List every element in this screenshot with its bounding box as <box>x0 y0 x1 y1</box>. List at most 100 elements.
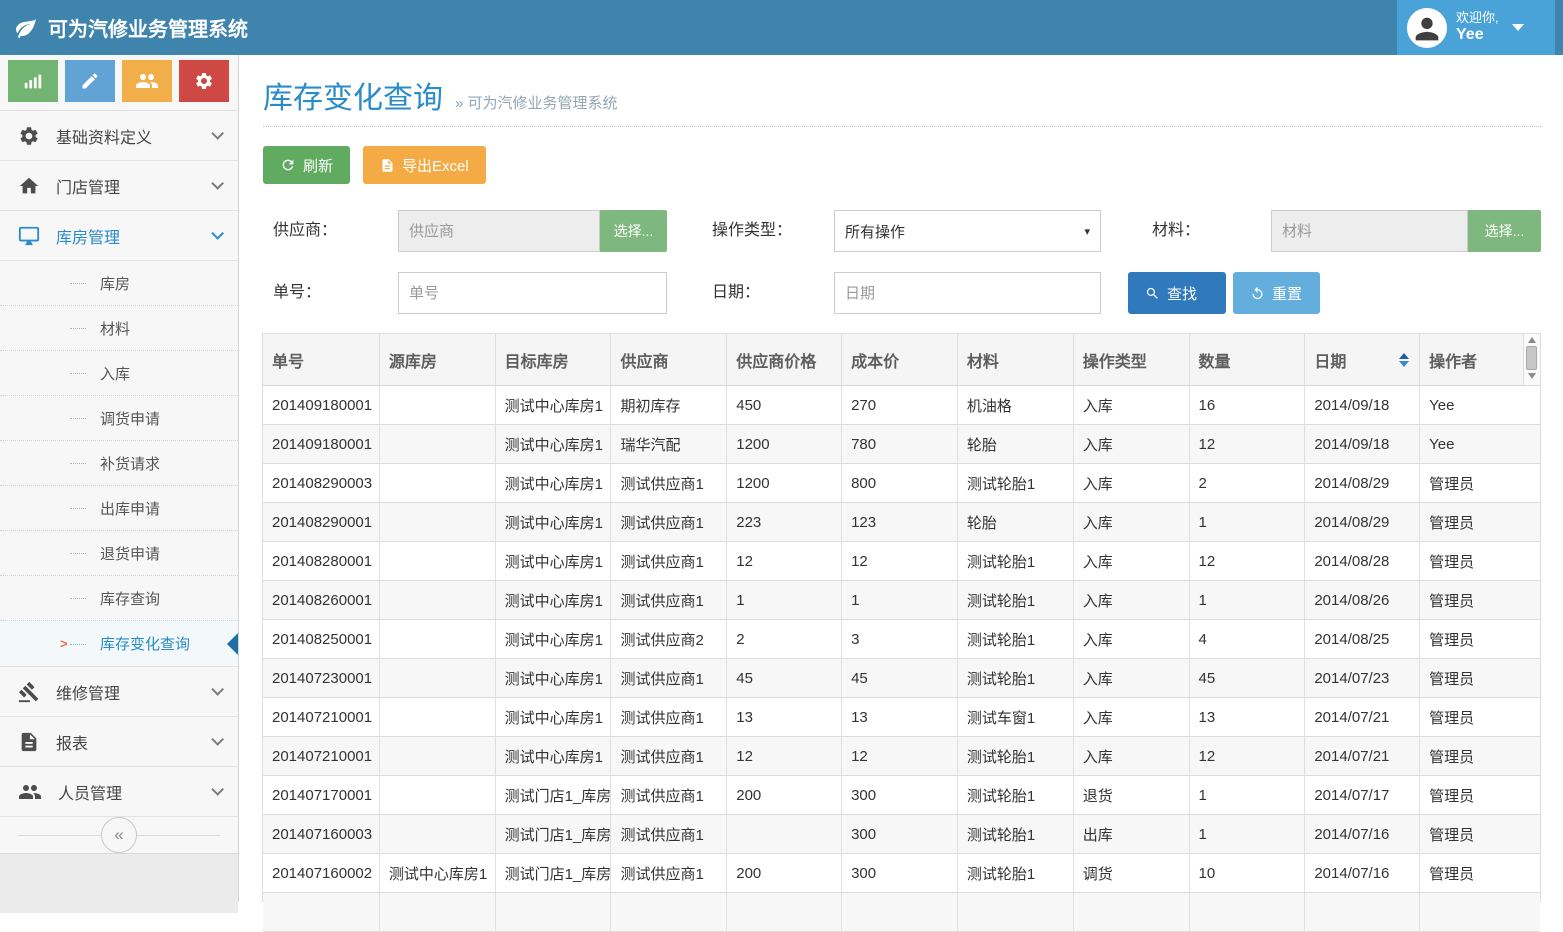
app-brand: 可为汽修业务管理系统 <box>14 0 248 55</box>
submenu-item[interactable]: 补货请求 <box>0 441 238 486</box>
operation-type-select[interactable]: 所有操作 ▾ <box>834 210 1101 252</box>
table-cell: 2014/08/29 <box>1305 503 1420 541</box>
table-cell: 测试轮胎1 <box>958 542 1074 580</box>
table-cell: 201407160003 <box>263 815 380 853</box>
column-header-date[interactable]: 日期 <box>1305 334 1420 385</box>
table-cell: 测试中心库房1 <box>496 464 612 502</box>
column-header[interactable]: 材料 <box>958 334 1074 385</box>
table-cell: 201408280001 <box>263 542 380 580</box>
sidebar-item-staff-mgmt[interactable]: 人员管理 <box>0 767 238 817</box>
table-cell <box>842 893 958 931</box>
chevron-down-icon <box>211 227 224 240</box>
scroll-thumb[interactable] <box>1526 346 1537 370</box>
material-input <box>1271 210 1468 252</box>
sidebar-item-repair-mgmt[interactable]: 维修管理 <box>0 667 238 717</box>
user-menu[interactable]: 欢迎你, Yee <box>1397 0 1555 55</box>
submenu-item[interactable]: 退货申请 <box>0 531 238 576</box>
gear-icon <box>18 125 40 147</box>
table-row[interactable]: 201408290001测试中心库房1测试供应商1223123轮胎入库12014… <box>263 503 1540 542</box>
table-cell: 测试中心库房1 <box>496 386 612 424</box>
table-cell: 测试中心库房1 <box>380 854 496 892</box>
table-row[interactable]: 201408260001测试中心库房1测试供应商111测试轮胎1入库12014/… <box>263 581 1540 620</box>
table-cell: 入库 <box>1074 386 1190 424</box>
submenu-item[interactable]: 入库 <box>0 351 238 396</box>
table-cell: 测试中心库房1 <box>496 620 612 658</box>
export-excel-button[interactable]: 导出Excel <box>363 146 486 184</box>
table-row[interactable]: 201407230001测试中心库房1测试供应商14545测试轮胎1入库4520… <box>263 659 1540 698</box>
table-cell: 测试门店1_库房 <box>496 776 612 814</box>
table-row[interactable] <box>263 893 1540 932</box>
submenu-item-active[interactable]: > 库存变化查询 <box>0 621 238 666</box>
warehouse-submenu: 库房 材料 入库 调货申请 补货请求 出库申请 退货申请 库存查询 > 库存变化… <box>0 261 238 667</box>
table-cell <box>380 581 496 619</box>
table-cell: 1 <box>1190 776 1306 814</box>
table-cell: 入库 <box>1074 698 1190 736</box>
column-header[interactable]: 源库房 <box>380 334 496 385</box>
sidebar-item-store-mgmt[interactable]: 门店管理 <box>0 161 238 211</box>
table-cell: 12 <box>727 737 842 775</box>
table-cell: 入库 <box>1074 620 1190 658</box>
table-cell: 测试供应商1 <box>611 503 727 541</box>
sidebar-footer <box>0 853 238 913</box>
table-row[interactable]: 201408280001测试中心库房1测试供应商11212测试轮胎1入库1220… <box>263 542 1540 581</box>
sidebar-item-base-data[interactable]: 基础资料定义 <box>0 111 238 161</box>
scroll-up-icon[interactable] <box>1528 337 1536 343</box>
table-cell: 2 <box>1190 464 1306 502</box>
material-choose-button[interactable]: 选择... <box>1468 210 1541 252</box>
column-header[interactable]: 成本价 <box>842 334 958 385</box>
active-arrow-icon: > <box>60 636 68 651</box>
search-button[interactable]: 查找 <box>1128 272 1226 314</box>
column-header[interactable]: 操作类型 <box>1074 334 1190 385</box>
collapse-sidebar-button[interactable]: « <box>101 817 137 853</box>
table-row[interactable]: 201408250001测试中心库房1测试供应商223测试轮胎1入库42014/… <box>263 620 1540 659</box>
table-row[interactable]: 201407170001测试门店1_库房测试供应商1200300测试轮胎1退货1… <box>263 776 1540 815</box>
submenu-item[interactable]: 出库申请 <box>0 486 238 531</box>
table-cell: 测试轮胎1 <box>958 464 1074 502</box>
column-header[interactable]: 供应商 <box>611 334 727 385</box>
table-cell: 300 <box>842 854 958 892</box>
column-header[interactable]: 目标库房 <box>496 334 612 385</box>
table-cell: 2014/07/21 <box>1305 698 1420 736</box>
date-input[interactable] <box>834 272 1101 314</box>
submenu-item[interactable]: 库房 <box>0 261 238 306</box>
table-row[interactable]: 201408290003测试中心库房1测试供应商11200800测试轮胎1入库2… <box>263 464 1540 503</box>
column-header[interactable]: 操作者 <box>1420 334 1523 385</box>
gears-tile-button[interactable] <box>179 60 229 102</box>
supplier-choose-button[interactable]: 选择... <box>600 210 667 252</box>
table-cell: 轮胎 <box>958 503 1074 541</box>
submenu-item[interactable]: 材料 <box>0 306 238 351</box>
table-scrollbar[interactable] <box>1523 334 1540 385</box>
table-cell: 管理员 <box>1420 620 1540 658</box>
sidebar: 基础资料定义 门店管理 库房管理 库房 材料 入库 调货申请 补货请求 出库申请… <box>0 55 239 902</box>
refresh-button[interactable]: 刷新 <box>263 146 350 184</box>
submenu-item[interactable]: 库存查询 <box>0 576 238 621</box>
submenu-item[interactable]: 调货申请 <box>0 396 238 441</box>
table-row[interactable]: 201407160002测试中心库房1测试门店1_库房测试供应商1200300测… <box>263 854 1540 893</box>
order-no-input[interactable] <box>398 272 667 314</box>
pencil-icon <box>80 71 100 91</box>
table-cell: 期初库存 <box>611 386 727 424</box>
sort-icon[interactable] <box>1399 353 1409 367</box>
column-header[interactable]: 数量 <box>1190 334 1306 385</box>
table-cell: 出库 <box>1074 815 1190 853</box>
table-cell: 入库 <box>1074 503 1190 541</box>
table-row[interactable]: 201409180001测试中心库房1瑞华汽配1200780轮胎入库122014… <box>263 425 1540 464</box>
welcome-text: 欢迎你, Yee <box>1456 11 1499 44</box>
scroll-down-icon[interactable] <box>1528 373 1536 379</box>
bar-chart-tile-button[interactable] <box>8 60 58 102</box>
pencil-tile-button[interactable] <box>65 60 115 102</box>
gavel-icon <box>18 681 40 703</box>
sidebar-item-reports[interactable]: 报表 <box>0 717 238 767</box>
table-row[interactable]: 201407210001测试中心库房1测试供应商11212测试轮胎1入库1220… <box>263 737 1540 776</box>
table-row[interactable]: 201409180001测试中心库房1期初库存450270机油格入库162014… <box>263 386 1540 425</box>
column-header[interactable]: 单号 <box>263 334 380 385</box>
sidebar-item-label: 报表 <box>56 730 88 754</box>
reset-button[interactable]: 重置 <box>1233 272 1320 314</box>
users-tile-button[interactable] <box>122 60 172 102</box>
table-cell <box>380 620 496 658</box>
sidebar-item-warehouse-mgmt[interactable]: 库房管理 <box>0 211 238 261</box>
column-header[interactable]: 供应商价格 <box>727 334 842 385</box>
table-cell: 1 <box>842 581 958 619</box>
table-row[interactable]: 201407160003测试门店1_库房测试供应商1300测试轮胎1出库1201… <box>263 815 1540 854</box>
table-row[interactable]: 201407210001测试中心库房1测试供应商11313测试车窗1入库1320… <box>263 698 1540 737</box>
